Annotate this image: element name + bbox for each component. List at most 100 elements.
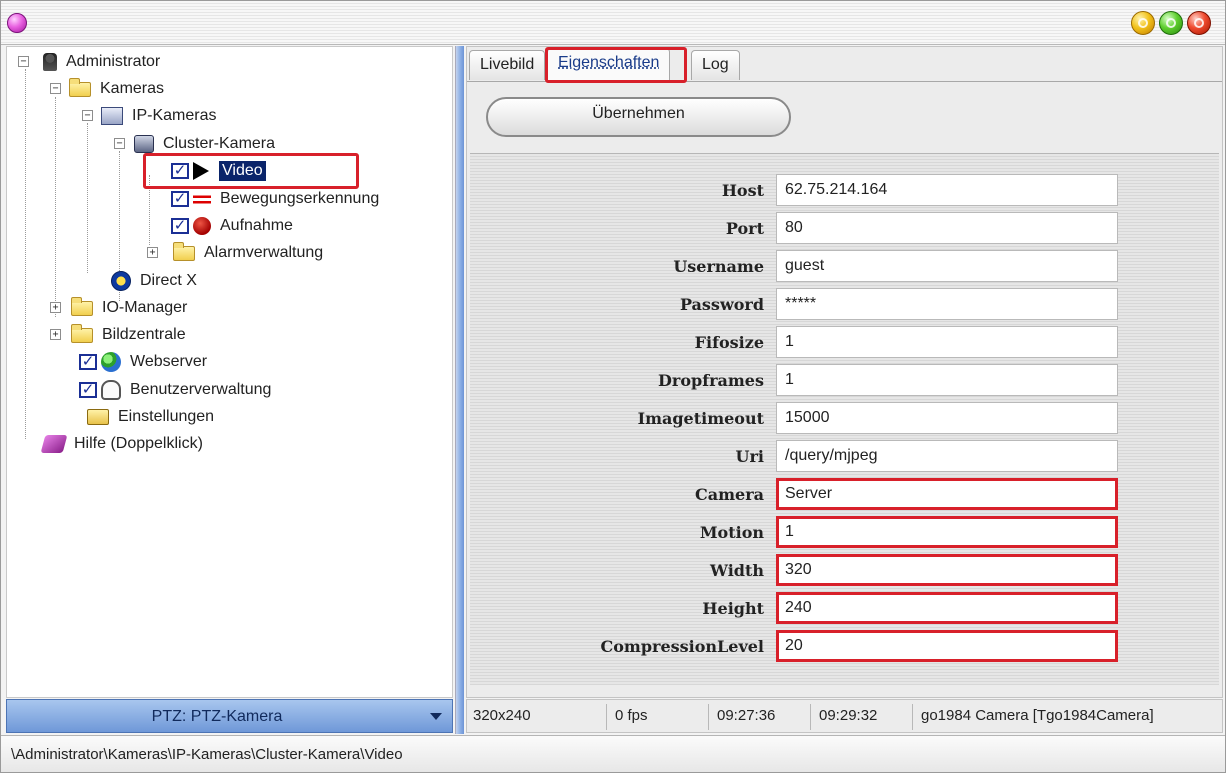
camera-icon [134,135,154,153]
property-label: CompressionLevel [600,637,764,656]
tree-item-cluster-kamera[interactable]: Cluster-Kamera [134,131,278,157]
tree-item-webserver[interactable]: ✓ Webserver [79,349,210,375]
globe-icon [101,352,121,372]
app-orb-icon[interactable] [7,13,27,33]
users-icon [101,380,121,400]
folder-icon [173,241,195,261]
tree-item-hilfe[interactable]: Hilfe (Doppelklick) [40,431,206,457]
tree-item-einstellungen[interactable]: Einstellungen [87,404,217,430]
host-field[interactable]: 62.75.214.164 [776,174,1118,206]
tree-item-kameras[interactable]: Kameras [69,76,167,102]
property-row-port: Port 80 [470,212,1219,246]
collapse-toggle[interactable]: − [82,110,93,121]
uri-field[interactable]: /query/mjpeg [776,440,1118,472]
tree-item-label: Cluster-Kamera [163,135,276,152]
tree-connector [55,97,56,317]
expand-toggle[interactable]: + [50,302,61,313]
tree-item-direct-x[interactable]: Direct X [111,268,200,294]
folder-icon [71,323,93,343]
property-row-motion: Motion 1 [470,516,1219,550]
collapse-toggle[interactable]: − [114,138,125,149]
minimize-icon[interactable] [1131,11,1155,35]
property-row-compressionlevel: CompressionLevel 20 [470,630,1219,664]
checkbox-checked-icon[interactable]: ✓ [171,191,189,207]
checkbox-checked-icon[interactable]: ✓ [171,163,189,179]
tab-divider [467,81,1222,82]
chevron-down-icon[interactable] [430,713,442,720]
tree-item-bewegungserkennung[interactable]: ✓ Bewegungserkennung [171,186,382,212]
tree-item-label: Webserver [130,353,208,370]
tree-item-benutzerverwaltung[interactable]: ✓ Benutzerverwaltung [79,377,274,403]
fifosize-field[interactable]: 1 [776,326,1118,358]
apply-button[interactable]: Übernehmen [486,97,791,137]
help-book-icon [40,435,68,453]
checkbox-checked-icon[interactable]: ✓ [79,382,97,398]
tree-item-label: Video [219,161,266,181]
folder-open-icon [69,77,91,97]
property-label: Username [673,257,764,276]
tree-item-label: IO-Manager [102,299,188,316]
tab-label: Eigenschaften [558,54,660,71]
path-bar: \Administrator\Kameras\IP-Kameras\Cluste… [1,735,1225,772]
dropframes-field[interactable]: 1 [776,364,1118,396]
username-field[interactable]: guest [776,250,1118,282]
status-bar: 320x240 0 fps 09:27:36 09:29:32 go1984 C… [466,699,1223,733]
checkbox-checked-icon[interactable]: ✓ [171,218,189,234]
title-bar[interactable] [1,1,1225,45]
property-row-host: Host 62.75.214.164 [470,174,1219,208]
tree-item-video[interactable]: ✓ Video [171,158,266,184]
tree-item-label: Alarmverwaltung [204,244,324,261]
ptz-select-value: PTZ: PTZ-Kamera [151,708,283,725]
current-path: \Administrator\Kameras\IP-Kameras\Cluste… [11,746,403,763]
tree-item-aufnahme[interactable]: ✓ Aufnahme [171,213,296,239]
ptz-camera-select[interactable]: PTZ: PTZ-Kamera [6,699,453,733]
tab-livebild[interactable]: Livebild [469,50,546,80]
pane-splitter[interactable] [455,46,464,734]
navigation-tree: − Administrator − Kameras − IP-Kameras −… [6,46,453,698]
tree-item-administrator[interactable]: Administrator [43,49,163,75]
status-time-end: 09:29:32 [813,704,913,730]
tab-label: Livebild [480,56,535,73]
status-camera: go1984 Camera [Tgo1984Camera] [921,707,1154,724]
property-label: Uri [735,447,764,466]
record-icon [193,217,211,235]
tree-connector [87,123,88,273]
expand-toggle[interactable]: + [50,329,61,340]
height-field[interactable]: 240 [776,592,1118,624]
settings-icon [87,409,109,425]
maximize-icon[interactable] [1159,11,1183,35]
tree-item-label: Administrator [66,53,161,70]
tab-log[interactable]: Log [691,50,740,80]
width-field[interactable]: 320 [776,554,1118,586]
tree-item-label: Bildzentrale [102,326,186,343]
camera-field[interactable]: Server [776,478,1118,510]
status-fps: 0 fps [609,704,709,730]
tab-label: Log [702,56,729,73]
tree-item-alarmverwaltung[interactable]: Alarmverwaltung [173,240,326,266]
tree-item-io-manager[interactable]: IO-Manager [71,295,190,321]
tree-item-label: Einstellungen [118,408,215,425]
tree-item-label: Direct X [140,272,197,289]
imagetimeout-field[interactable]: 15000 [776,402,1118,434]
property-row-imagetimeout: Imagetimeout 15000 [470,402,1219,436]
password-field[interactable]: ***** [776,288,1118,320]
collapse-toggle[interactable]: − [50,83,61,94]
tree-connector [149,175,150,245]
motion-field[interactable]: 1 [776,516,1118,548]
collapse-toggle[interactable]: − [18,56,29,67]
compressionlevel-field[interactable]: 20 [776,630,1118,662]
close-icon[interactable] [1187,11,1211,35]
property-row-uri: Uri /query/mjpeg [470,440,1219,474]
property-label: Imagetimeout [637,409,764,428]
port-field[interactable]: 80 [776,212,1118,244]
directx-icon [111,271,131,291]
property-label: Motion [699,523,764,542]
tab-eigenschaften[interactable]: Eigenschaften [547,48,671,81]
expand-toggle[interactable]: + [147,247,158,258]
folder-icon [71,296,93,316]
tree-item-ip-kameras[interactable]: IP-Kameras [101,103,219,129]
property-label: Dropframes [658,371,764,390]
property-grid: Host 62.75.214.164 Port 80 Username gues… [470,153,1219,685]
tree-item-bildzentrale[interactable]: Bildzentrale [71,322,189,348]
checkbox-checked-icon[interactable]: ✓ [79,354,97,370]
